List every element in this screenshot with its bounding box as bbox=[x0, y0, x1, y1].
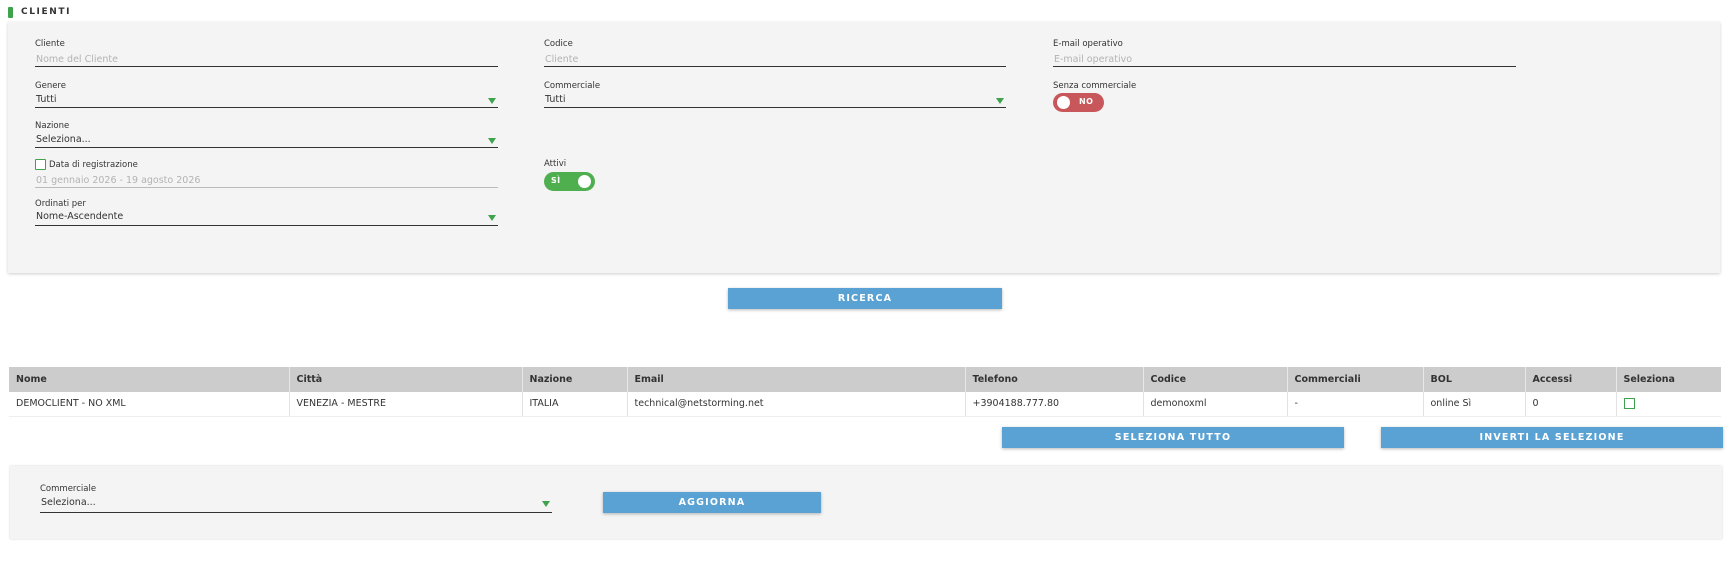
senza-commerciale-label: Senza commerciale bbox=[1053, 81, 1137, 91]
cell-accessi: 0 bbox=[1525, 392, 1617, 417]
email-operativo-input[interactable] bbox=[1053, 52, 1516, 66]
bottom-commerciale-select[interactable]: Commerciale Seleziona... bbox=[40, 484, 552, 514]
genere-select[interactable]: Genere Tutti bbox=[35, 81, 498, 109]
ordinati-per-underline bbox=[35, 225, 498, 226]
column-header-seleziona: Seleziona bbox=[1616, 367, 1721, 392]
data-registrazione-range[interactable]: 01 gennaio 2026 - 19 agosto 2026 bbox=[36, 175, 200, 186]
cell-commerciali: - bbox=[1287, 392, 1424, 417]
nazione-underline bbox=[35, 147, 498, 148]
nazione-value: Seleziona... bbox=[36, 134, 91, 145]
data-registrazione-checkbox[interactable] bbox=[35, 159, 46, 170]
filter-panel: Cliente Codice E-mail operativo Genere T… bbox=[8, 22, 1720, 273]
email-operativo-field: E-mail operativo bbox=[1053, 39, 1516, 67]
aggiorna-button[interactable]: AGGIORNA bbox=[603, 492, 821, 513]
toggle-state-text: NO bbox=[1079, 97, 1094, 106]
column-header-bol[interactable]: BOL bbox=[1423, 367, 1526, 392]
toggle-knob bbox=[578, 175, 591, 188]
cell-email: technical@netstorming.net bbox=[627, 392, 966, 417]
genere-value: Tutti bbox=[36, 94, 57, 105]
commerciale-value: Tutti bbox=[545, 94, 566, 105]
codice-input[interactable] bbox=[544, 52, 1006, 66]
cell-telefono: +3904188.777.80 bbox=[965, 392, 1144, 417]
cell-seleziona bbox=[1616, 392, 1721, 417]
toggle-state-text: SÌ bbox=[551, 176, 561, 185]
attivi-field: Attivi SÌ bbox=[544, 159, 744, 191]
chevron-down-icon bbox=[542, 501, 550, 507]
column-header-email[interactable]: Email bbox=[627, 367, 966, 392]
cell-nazione: ITALIA bbox=[522, 392, 628, 417]
genere-underline bbox=[35, 107, 498, 108]
ordinati-per-value: Nome-Ascendente bbox=[36, 211, 124, 222]
commerciale-underline bbox=[544, 107, 1006, 108]
column-header-commerciali[interactable]: Commerciali bbox=[1287, 367, 1424, 392]
page-header: CLIENTI bbox=[8, 6, 71, 18]
attivi-label: Attivi bbox=[544, 159, 567, 169]
chevron-down-icon bbox=[488, 98, 496, 104]
ordinati-per-select[interactable]: Ordinati per Nome-Ascendente bbox=[35, 199, 498, 227]
data-registrazione-underline bbox=[35, 187, 498, 188]
ordinati-per-label: Ordinati per bbox=[35, 199, 86, 209]
cliente-field: Cliente bbox=[35, 39, 498, 67]
cliente-underline bbox=[35, 66, 498, 67]
column-header-citta[interactable]: Città bbox=[289, 367, 523, 392]
ricerca-button[interactable]: RICERCA bbox=[728, 288, 1002, 309]
column-header-accessi[interactable]: Accessi bbox=[1525, 367, 1617, 392]
cell-nome: DEMOCLIENT - NO XML bbox=[9, 392, 290, 417]
cliente-input[interactable] bbox=[35, 52, 498, 66]
commerciale-label: Commerciale bbox=[544, 81, 601, 91]
bottom-commerciale-underline bbox=[40, 512, 552, 513]
data-registrazione-field: Data di registrazione 01 gennaio 2026 - … bbox=[35, 159, 498, 189]
inverti-selezione-button[interactable]: INVERTI LA SELEZIONE bbox=[1381, 427, 1723, 448]
email-operativo-underline bbox=[1053, 66, 1516, 67]
page-title: CLIENTI bbox=[21, 7, 72, 17]
chevron-down-icon bbox=[488, 138, 496, 144]
table-row[interactable]: DEMOCLIENT - NO XML VENEZIA - MESTRE ITA… bbox=[9, 392, 1721, 417]
chevron-down-icon bbox=[996, 98, 1004, 104]
toggle-knob bbox=[1057, 96, 1070, 109]
column-header-codice[interactable]: Codice bbox=[1143, 367, 1288, 392]
codice-underline bbox=[544, 66, 1006, 67]
bottom-commerciale-value: Seleziona... bbox=[41, 497, 96, 508]
codice-field: Codice bbox=[544, 39, 1006, 67]
data-registrazione-label: Data di registrazione bbox=[49, 160, 138, 170]
assign-commerciale-panel: Commerciale Seleziona... AGGIORNA bbox=[10, 466, 1722, 539]
cell-citta: VENEZIA - MESTRE bbox=[289, 392, 523, 417]
senza-commerciale-field: Senza commerciale NO bbox=[1053, 81, 1253, 113]
nazione-select[interactable]: Nazione Seleziona... bbox=[35, 121, 498, 149]
email-operativo-label: E-mail operativo bbox=[1053, 39, 1123, 49]
cliente-label: Cliente bbox=[35, 39, 65, 49]
column-header-nazione[interactable]: Nazione bbox=[522, 367, 628, 392]
codice-label: Codice bbox=[544, 39, 573, 49]
chevron-down-icon bbox=[488, 215, 496, 221]
column-header-telefono[interactable]: Telefono bbox=[965, 367, 1144, 392]
header-marker bbox=[8, 6, 13, 18]
column-header-nome[interactable]: Nome bbox=[9, 367, 290, 392]
results-table: Nome Città Nazione Email Telefono Codice… bbox=[9, 367, 1721, 417]
seleziona-tutto-button[interactable]: SELEZIONA TUTTO bbox=[1002, 427, 1344, 448]
genere-label: Genere bbox=[35, 81, 66, 91]
commerciale-select[interactable]: Commerciale Tutti bbox=[544, 81, 1006, 109]
cell-codice: demonoxml bbox=[1143, 392, 1288, 417]
bottom-commerciale-label: Commerciale bbox=[40, 484, 97, 494]
senza-commerciale-toggle[interactable]: NO bbox=[1053, 93, 1104, 112]
cell-bol: online Sì bbox=[1423, 392, 1526, 417]
row-select-checkbox[interactable] bbox=[1623, 398, 1635, 410]
nazione-label: Nazione bbox=[35, 121, 70, 131]
table-header-row: Nome Città Nazione Email Telefono Codice… bbox=[9, 367, 1721, 392]
attivi-toggle[interactable]: SÌ bbox=[544, 172, 595, 191]
